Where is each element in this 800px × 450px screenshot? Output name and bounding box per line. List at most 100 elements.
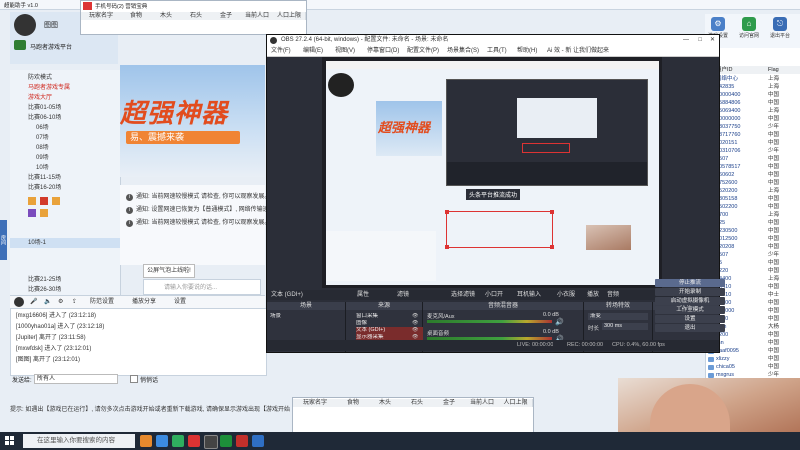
- start-recording-button[interactable]: 开始录制: [655, 288, 725, 296]
- tree-item[interactable]: 比赛01-05场: [10, 103, 130, 113]
- avatar[interactable]: [14, 14, 36, 36]
- menu-scene-collection[interactable]: 场景集合(S): [447, 46, 479, 56]
- stop-streaming-button[interactable]: 停止推流: [655, 279, 725, 287]
- app-icon[interactable]: [172, 435, 184, 447]
- tree-item[interactable]: 10场: [10, 163, 130, 173]
- start-virtual-camera-button[interactable]: 启动虚拟摄像机: [655, 297, 725, 305]
- tree-item[interactable]: 比赛11-15场: [10, 173, 130, 183]
- nested-preview: [517, 98, 597, 138]
- outfit-button[interactable]: 小衣服: [557, 290, 575, 300]
- exit-button[interactable]: 退出: [655, 324, 725, 332]
- column-header[interactable]: 当前人口: [465, 399, 500, 407]
- column-header[interactable]: 人口上限: [499, 399, 533, 407]
- tree-item[interactable]: 06场: [10, 123, 130, 133]
- tree-item[interactable]: 08场: [10, 143, 130, 153]
- info-icon: i: [126, 220, 133, 227]
- column-header[interactable]: 木头: [369, 399, 402, 407]
- private-checkbox[interactable]: [130, 375, 138, 383]
- minimize-icon[interactable]: —: [683, 35, 689, 46]
- transition-select[interactable]: 渐变: [588, 313, 648, 320]
- column-header[interactable]: 当前人口: [241, 12, 274, 20]
- player-avatars: [28, 195, 113, 225]
- defense-settings-button[interactable]: 防范设置: [90, 297, 114, 308]
- menu-edit[interactable]: 编辑(E): [303, 46, 323, 56]
- column-header[interactable]: 木头: [151, 12, 182, 20]
- resize-handle[interactable]: [550, 210, 554, 214]
- headphone-input[interactable]: 耳机输入: [517, 290, 541, 300]
- play-button[interactable]: 播放: [587, 290, 599, 300]
- preview-capture: 超强神器 头条平台推流成功: [326, 61, 659, 285]
- app-icon[interactable]: [252, 435, 264, 447]
- column-header[interactable]: 玩家名字: [293, 399, 338, 407]
- start-icon[interactable]: [5, 436, 15, 446]
- app-icon[interactable]: [236, 435, 248, 447]
- tree-item[interactable]: 游戏大厅: [10, 93, 130, 103]
- scene-item[interactable]: 场景: [270, 313, 340, 320]
- tree-item-selected[interactable]: 10场-1: [10, 238, 130, 248]
- tree-item[interactable]: 比赛06-10场: [10, 113, 130, 123]
- visit-site-button[interactable]: ⌂ 访问官网: [738, 16, 760, 46]
- gear-icon[interactable]: ⚙: [58, 297, 63, 308]
- tree-item[interactable]: 比赛16-20场: [10, 183, 130, 193]
- duration-input[interactable]: 300 ms: [602, 323, 648, 330]
- maximize-icon[interactable]: □: [698, 35, 702, 46]
- log-line: [mxwfdsk] 进入了 (23:12:01): [16, 346, 92, 352]
- column-header[interactable]: 金子: [433, 399, 466, 407]
- visibility-icons[interactable]: 👁 👁 👁 👁: [412, 313, 418, 341]
- play-share-button[interactable]: 播放分享: [132, 297, 156, 308]
- filters-button[interactable]: 滤镜: [397, 290, 409, 300]
- audio-button[interactable]: 音频: [607, 290, 619, 300]
- avatar-small[interactable]: [14, 297, 24, 307]
- speaker-icon[interactable]: 🔈: [44, 297, 51, 308]
- menu-view[interactable]: 视图(V): [335, 46, 355, 56]
- select-filter-button[interactable]: 选择滤镜: [451, 290, 475, 300]
- menu-docks[interactable]: 停靠窗口(D): [367, 46, 399, 56]
- menu-plugin[interactable]: Ai 效 - 新 让我们做起来: [547, 46, 609, 56]
- obs-taskbar-icon[interactable]: [204, 435, 218, 449]
- resize-handle[interactable]: [445, 245, 449, 249]
- app-icon[interactable]: [188, 435, 200, 447]
- resize-handle[interactable]: [550, 245, 554, 249]
- column-header[interactable]: 金子: [211, 12, 242, 20]
- properties-button[interactable]: 属性: [357, 290, 369, 300]
- tree-item[interactable]: 07场: [10, 133, 130, 143]
- menu-tools[interactable]: 工具(T): [487, 46, 507, 56]
- app-icon[interactable]: [220, 435, 232, 447]
- app-icon[interactable]: [140, 435, 152, 447]
- text-source-selection[interactable]: [445, 210, 554, 249]
- menu-help[interactable]: 帮助(H): [517, 46, 537, 56]
- tree-item[interactable]: 马跑者游戏专属: [10, 83, 130, 93]
- column-header[interactable]: 人口上限: [273, 12, 306, 20]
- vtab-room[interactable]: 房间: [0, 220, 7, 260]
- chat-input[interactable]: 请输入你要说的话...: [143, 279, 261, 295]
- tree-item[interactable]: 比赛21-25场: [10, 275, 130, 285]
- promo-banner[interactable]: 超强神器 易、震撼来袭: [120, 65, 265, 177]
- column-header[interactable]: Flag: [768, 66, 779, 74]
- exit-platform-button[interactable]: ⎋ 退出平台: [769, 16, 791, 46]
- obs-preview[interactable]: 超强神器 头条平台推流成功: [322, 57, 662, 288]
- app-icon[interactable]: [156, 435, 168, 447]
- tree-item[interactable]: 防欢模式: [10, 73, 130, 83]
- mic-icon[interactable]: 🎤: [30, 297, 37, 308]
- menu-file[interactable]: 文件(F): [271, 46, 291, 56]
- close-icon[interactable]: ✕: [710, 35, 715, 46]
- column-header[interactable]: 石头: [401, 399, 434, 407]
- taskbar-search[interactable]: 在这里输入你要搜索的内容: [23, 434, 135, 448]
- platform-title: 超能助手 v1.0: [4, 3, 38, 9]
- speaker-icon[interactable]: 🔊: [555, 318, 564, 326]
- tree-item[interactable]: 09场: [10, 153, 130, 163]
- mic-toggle[interactable]: 小口开: [485, 290, 503, 300]
- tree-item-label: 比赛21-25场: [28, 277, 62, 283]
- resize-handle[interactable]: [445, 210, 449, 214]
- column-header[interactable]: 食物: [121, 12, 152, 20]
- settings-button[interactable]: 设置: [174, 297, 186, 308]
- send-to-select[interactable]: 所有人: [34, 374, 118, 384]
- column-header[interactable]: 食物: [337, 399, 370, 407]
- menu-profile[interactable]: 配置文件(P): [407, 46, 439, 56]
- studio-mode-button[interactable]: 工作室模式: [655, 306, 725, 314]
- settings-button[interactable]: 设置: [655, 315, 725, 323]
- column-header[interactable]: 石头: [181, 12, 212, 20]
- tree-item[interactable]: 比赛26-30场: [10, 285, 130, 295]
- share-icon[interactable]: ⇪: [72, 297, 77, 308]
- column-header[interactable]: 玩家名字: [81, 12, 122, 20]
